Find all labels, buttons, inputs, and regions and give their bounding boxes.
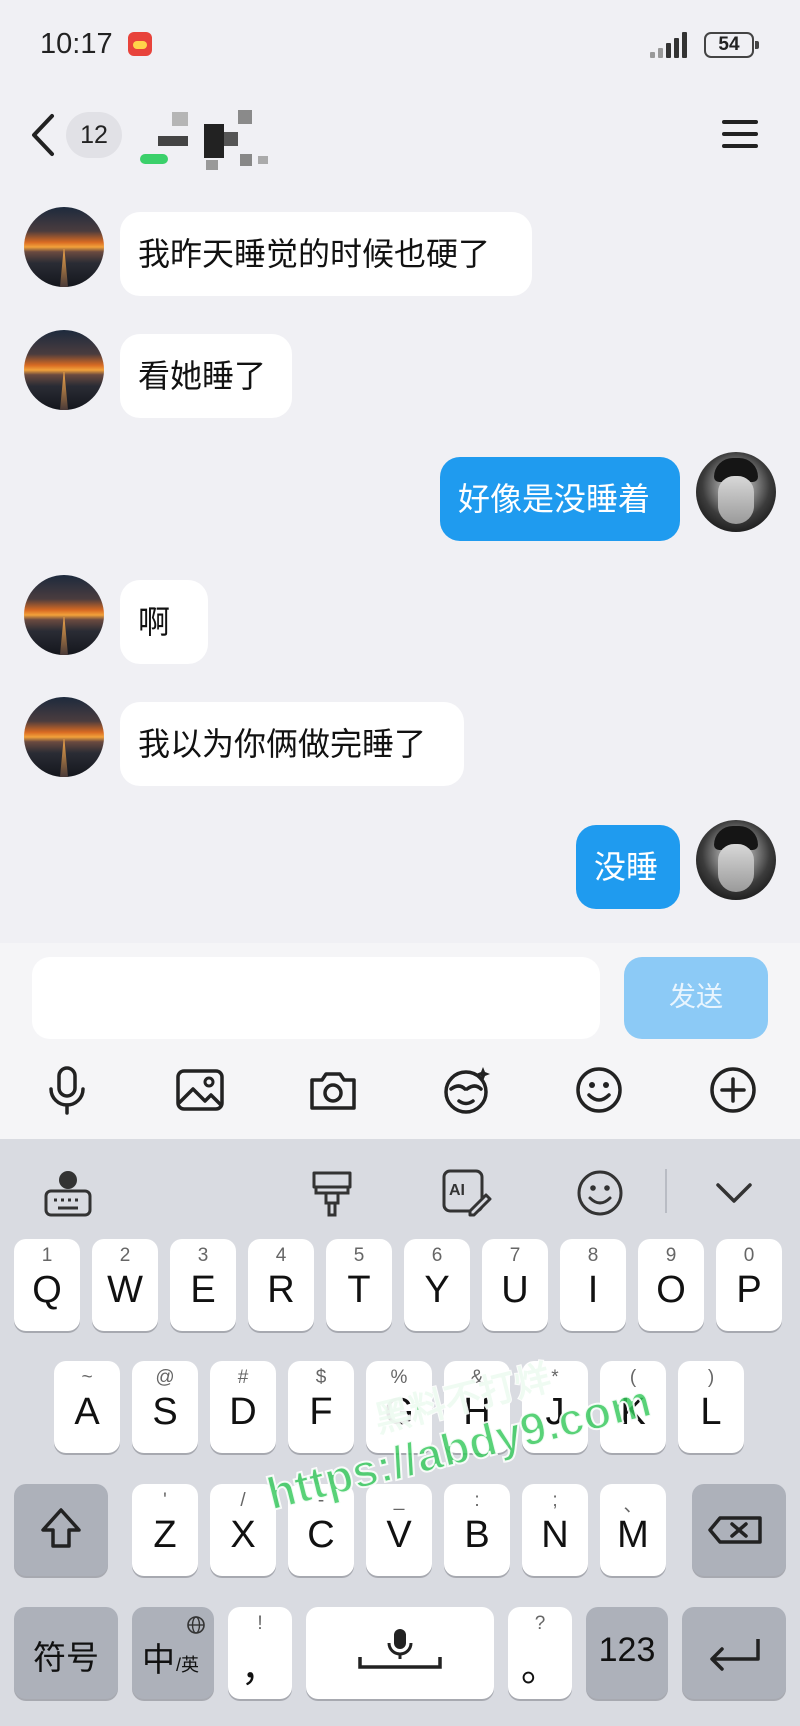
key-q[interactable]: 1Q [14,1239,80,1331]
message-input[interactable] [32,957,600,1039]
comma-key[interactable]: ! ， [228,1607,292,1699]
enter-arrow-icon [710,1639,760,1671]
chevron-left-icon [32,114,54,156]
camera-icon[interactable] [306,1063,360,1117]
contact-avatar[interactable] [24,330,104,410]
svg-text:AI: AI [449,1182,465,1199]
user-avatar[interactable] [696,820,776,900]
backspace-key[interactable] [692,1484,786,1576]
contact-avatar[interactable] [24,575,104,655]
unread-count-badge[interactable]: 12 [66,112,122,158]
key-w[interactable]: 2W [92,1239,158,1331]
chat-toolbar [0,1043,800,1139]
message-bubble-outgoing[interactable]: 好像是没睡着 [440,457,680,541]
period-key[interactable]: ? 。 [508,1607,572,1699]
key-u[interactable]: 7U [482,1239,548,1331]
contact-avatar[interactable] [24,697,104,777]
key-y[interactable]: 6Y [404,1239,470,1331]
message-bubble-incoming[interactable]: 我昨天睡觉的时候也硬了 [120,212,532,296]
key-n[interactable]: ; N [522,1484,588,1576]
chat-header: 12 [0,92,800,182]
key-m[interactable]: 、 M [600,1484,666,1576]
status-time: 10:17 [40,28,113,60]
contact-avatar[interactable] [24,207,104,287]
key-a[interactable]: ~ A [54,1361,120,1453]
message-bubble-outgoing[interactable]: 没睡 [576,825,680,909]
space-key[interactable] [306,1607,494,1699]
toolbar-divider [665,1169,667,1213]
emoji-icon[interactable] [572,1063,626,1117]
emoji-icon[interactable] [574,1167,626,1219]
menu-button[interactable] [720,116,760,152]
brush-icon[interactable] [306,1167,358,1219]
contact-name-redacted [140,102,300,172]
key-e[interactable]: 3E [170,1239,236,1331]
backspace-icon [708,1516,762,1544]
key-i[interactable]: 8I [560,1239,626,1331]
plus-icon[interactable] [706,1063,760,1117]
enter-key[interactable] [682,1607,786,1699]
composer-row: 发送 [0,943,800,1043]
shift-key[interactable] [14,1484,108,1576]
microphone-icon [358,1629,442,1669]
user-avatar[interactable] [696,452,776,532]
key-v[interactable]: _ V [366,1484,432,1576]
signal-icon [650,30,698,58]
image-icon[interactable] [173,1063,227,1117]
key-l[interactable]: ) L [678,1361,744,1453]
key-d[interactable]: # D [210,1361,276,1453]
key-f[interactable]: $ F [288,1361,354,1453]
keyboard-globe-icon[interactable] [42,1167,94,1219]
message-bubble-incoming[interactable]: 看她睡了 [120,334,292,418]
shift-arrow-icon [41,1508,81,1548]
language-switch-key[interactable]: 中 /英 [132,1607,214,1699]
globe-icon [187,1616,205,1634]
key-t[interactable]: 5T [326,1239,392,1331]
chevron-down-icon[interactable] [708,1167,760,1219]
message-bubble-incoming[interactable]: 我以为你俩做完睡了 [120,702,464,786]
message-bubble-incoming[interactable]: 啊 [120,580,208,664]
key-b[interactable]: :B [444,1484,510,1576]
app-notification-icon [128,32,152,56]
key-p[interactable]: 0P [716,1239,782,1331]
send-button[interactable]: 发送 [624,957,768,1039]
key-s[interactable]: @ S [132,1361,198,1453]
numbers-key[interactable]: 123 [586,1607,668,1699]
key-o[interactable]: 9O [638,1239,704,1331]
key-z[interactable]: ' Z [132,1484,198,1576]
sticker-icon[interactable] [439,1063,493,1117]
status-bar: 10:17 54 [0,0,800,92]
key-r[interactable]: 4R [248,1239,314,1331]
microphone-icon[interactable] [40,1063,94,1117]
ai-pen-icon[interactable]: AI [440,1167,492,1219]
battery-indicator: 54 [704,32,759,58]
key-x[interactable]: / X [210,1484,276,1576]
symbols-key[interactable]: 符号 [14,1607,118,1699]
back-button[interactable] [26,110,66,160]
